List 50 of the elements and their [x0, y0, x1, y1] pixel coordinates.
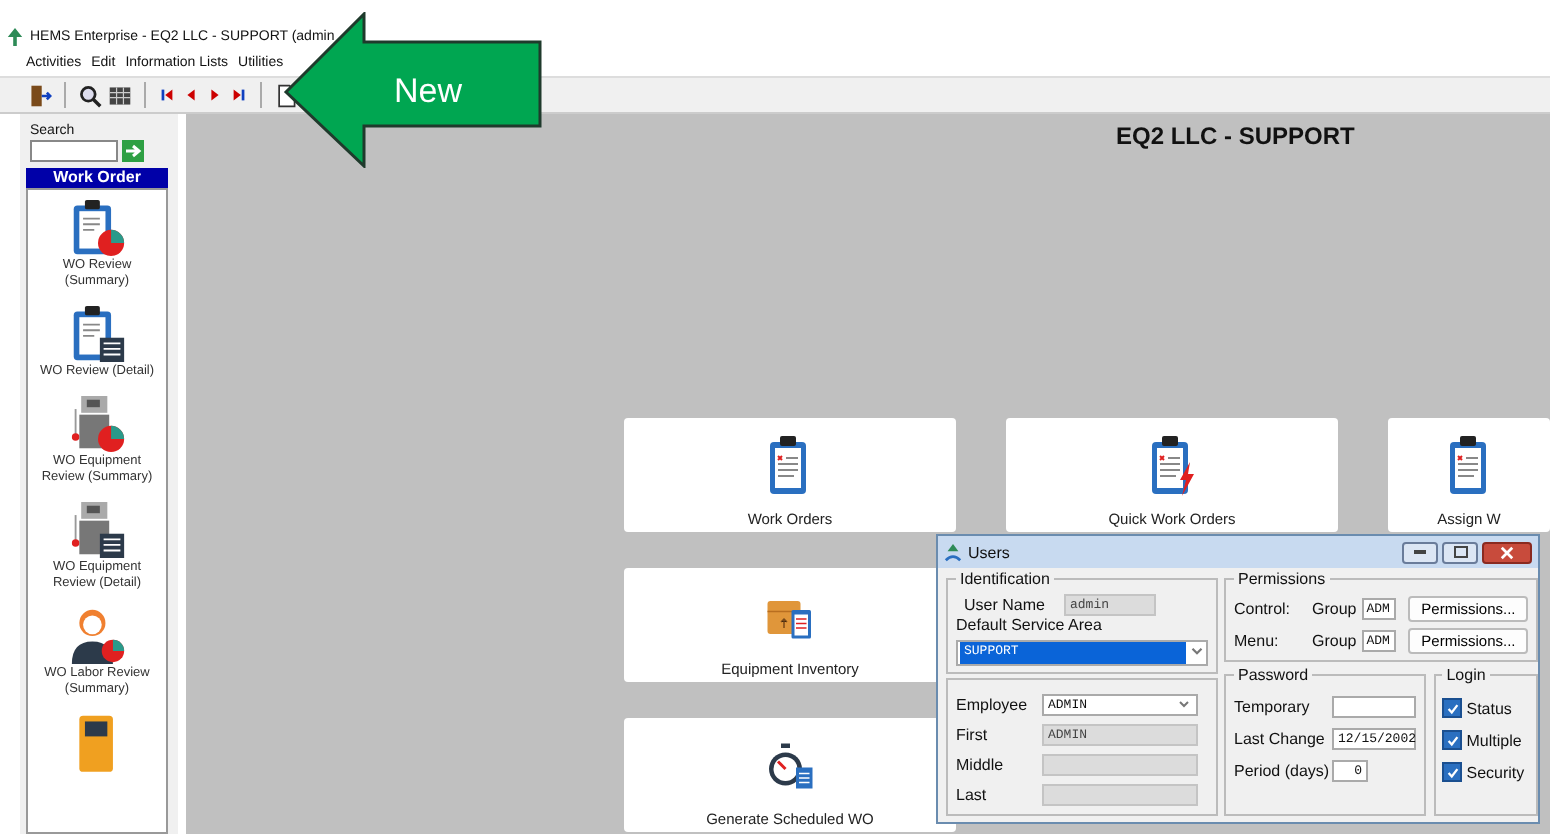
checkbox-label: Status [1466, 699, 1512, 717]
field-label: First [956, 726, 990, 744]
dropdown-caret-icon[interactable] [1188, 642, 1206, 660]
field-label: User Name [962, 596, 1047, 614]
last-record-icon[interactable] [230, 86, 248, 104]
company-heading: EQ2 LLC - SUPPORT [1114, 122, 1357, 150]
checkbox[interactable] [1442, 698, 1463, 718]
field-label: Control: [1234, 600, 1293, 618]
close-button[interactable] [1482, 541, 1532, 563]
field-label: Last Change [1234, 730, 1326, 748]
field-label: Middle [956, 756, 1006, 774]
search-icon[interactable] [78, 83, 102, 107]
exit-door-icon[interactable] [28, 83, 52, 107]
group-title: Identification [958, 570, 1052, 588]
checkbox-label: Security [1466, 763, 1525, 781]
go-arrow-icon[interactable] [122, 140, 144, 162]
group-title: Permissions [1236, 570, 1328, 588]
maximize-button[interactable] [1442, 541, 1478, 563]
callout-label: New [394, 72, 463, 112]
clipboard-chart-icon[interactable] [69, 198, 125, 258]
person-chart-icon[interactable] [69, 606, 125, 666]
field-label: Group [1312, 632, 1357, 650]
users-app-icon [944, 543, 962, 561]
field-label: Group [1312, 600, 1357, 618]
group-title: Login [1444, 666, 1488, 684]
field-label: Temporary [1234, 698, 1312, 716]
checkbox-label: Multiple [1466, 731, 1522, 749]
checkbox[interactable] [1442, 762, 1463, 782]
next-record-icon[interactable] [206, 86, 224, 104]
checkbox[interactable] [1442, 730, 1463, 750]
field-label: Last [956, 786, 989, 804]
input-field[interactable] [1332, 696, 1416, 718]
field-label: Period (days) [1234, 762, 1326, 780]
group-title: Password [1236, 666, 1311, 684]
field-label: Employee [956, 696, 1030, 714]
equipment-list-icon[interactable] [69, 500, 125, 560]
close-icon[interactable] [1500, 545, 1514, 559]
minimize-button[interactable] [1402, 541, 1438, 563]
equipment-chart-icon[interactable] [69, 394, 125, 454]
previous-record-icon[interactable] [182, 86, 200, 104]
dialog-title: Users [968, 543, 1010, 561]
clipboard-list-icon[interactable] [69, 304, 125, 364]
first-record-icon[interactable] [158, 86, 176, 104]
field-label: Default Service Area [956, 616, 1102, 634]
field-label: Menu: [1234, 632, 1281, 650]
dropdown-caret-icon[interactable] [1176, 696, 1192, 712]
search-field[interactable] [30, 140, 118, 162]
section-header: Work Order [26, 168, 168, 188]
clipboard-lightning-icon [1148, 434, 1196, 498]
grid-icon[interactable] [108, 83, 132, 107]
